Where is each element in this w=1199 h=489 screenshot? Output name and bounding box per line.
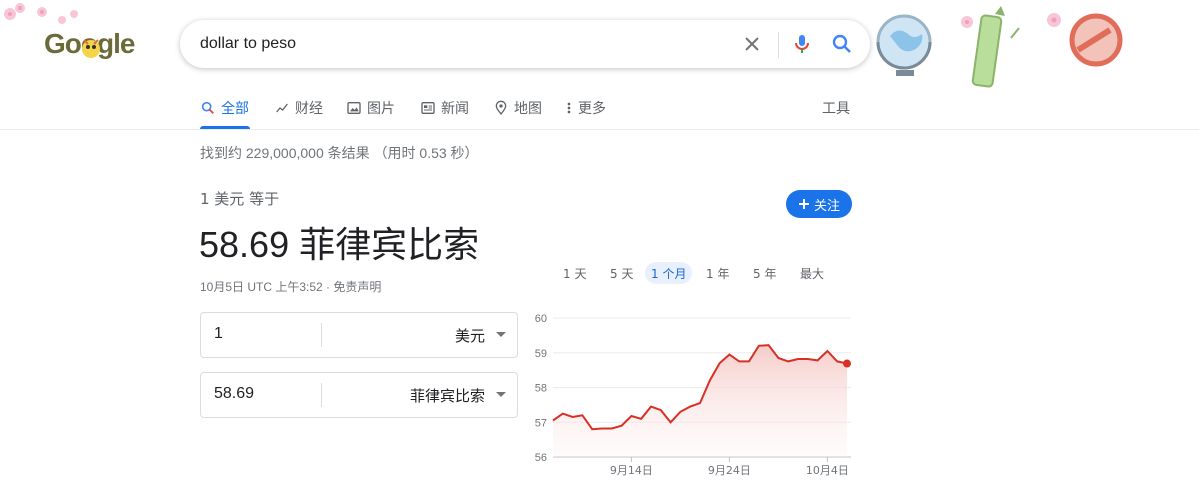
tab-maps[interactable]: 地图: [493, 98, 542, 118]
to-currency-select[interactable]: 菲律宾比索: [410, 385, 485, 406]
tab-label: 财经: [295, 100, 323, 116]
search-icon[interactable]: [830, 32, 854, 56]
tab-more[interactable]: 更多: [565, 98, 606, 118]
conversion-result: 58.69 菲律宾比索: [199, 224, 480, 265]
map-pin-icon: [495, 100, 507, 116]
tab-tools[interactable]: 工具: [822, 98, 850, 118]
chart-x-tick-label: 9月14日: [610, 464, 653, 477]
field-separator: [321, 323, 322, 347]
tab-label: 图片: [367, 100, 395, 116]
finance-icon: [276, 103, 288, 113]
image-icon: [347, 102, 361, 114]
chart-y-tick-label: 56: [535, 452, 547, 464]
dropdown-caret-icon[interactable]: [496, 332, 506, 337]
logo-doodle-character-icon: [82, 39, 100, 58]
to-currency-box: 58.69 菲律宾比索: [200, 372, 518, 418]
tab-finance[interactable]: 财经: [274, 98, 323, 118]
exchange-rate-chart[interactable]: 60 59 58 57 56 9月14日 9月24日 10月4日: [525, 305, 860, 485]
from-currency-box: 1 美元: [200, 312, 518, 358]
search-bar: dollar to peso: [180, 20, 870, 68]
field-separator: [321, 383, 322, 407]
tab-label: 全部: [221, 100, 249, 116]
search-icon: [201, 101, 214, 114]
from-amount-input[interactable]: 1: [214, 325, 223, 343]
chart-x-tick-label: 10月4日: [806, 464, 849, 477]
conversion-timestamp[interactable]: 10月5日 UTC 上午3:52 · 免责声明: [200, 278, 381, 295]
tab-label: 新闻: [441, 100, 469, 116]
dropdown-caret-icon[interactable]: [496, 392, 506, 397]
more-vertical-icon: [567, 102, 571, 114]
chart-x-tick-label: 9月24日: [708, 464, 751, 477]
plus-icon: [798, 199, 809, 209]
chart-current-point: [843, 359, 851, 368]
tab-images[interactable]: 图片: [346, 98, 395, 118]
tab-label: 地图: [514, 100, 542, 116]
to-amount-input[interactable]: 58.69: [214, 385, 254, 403]
chart-y-tick-label: 57: [535, 417, 547, 429]
chart-y-tick-label: 58: [535, 383, 547, 395]
range-5-days[interactable]: 5 天: [604, 262, 639, 284]
search-divider: [778, 32, 779, 58]
news-icon: [421, 102, 435, 114]
follow-label: 关注: [813, 198, 840, 214]
tab-label: 更多: [578, 100, 606, 116]
doodle-eraser-icon: [1047, 13, 1123, 67]
tab-label: 工具: [822, 100, 850, 116]
tabs-divider: [0, 129, 1199, 130]
result-stats: 找到约 229,000,000 条结果 （用时 0.53 秒）: [200, 145, 479, 161]
range-1-day[interactable]: 1 天: [557, 262, 592, 284]
doodle-pencil-icon: [961, 6, 1020, 88]
follow-button[interactable]: 关注: [786, 190, 852, 218]
chart-y-tick-label: 60: [535, 313, 547, 325]
chart-y-tick-label: 59: [535, 348, 547, 360]
clear-search-icon[interactable]: [740, 32, 764, 56]
from-currency-select[interactable]: 美元: [455, 325, 485, 346]
range-1-year[interactable]: 1 年: [700, 262, 735, 284]
range-max[interactable]: 最大: [794, 262, 830, 284]
range-5-years[interactable]: 5 年: [747, 262, 782, 284]
tab-news[interactable]: 新闻: [420, 98, 469, 118]
tab-all[interactable]: 全部: [200, 98, 249, 118]
conversion-from-label: 1 美元 等于: [200, 190, 280, 208]
doodle-flowers-left: [4, 3, 78, 24]
microphone-icon[interactable]: [790, 32, 814, 56]
range-1-month[interactable]: 1 个月: [645, 262, 693, 284]
search-input[interactable]: dollar to peso: [200, 35, 296, 53]
doodle-globe-icon: [876, 14, 932, 76]
